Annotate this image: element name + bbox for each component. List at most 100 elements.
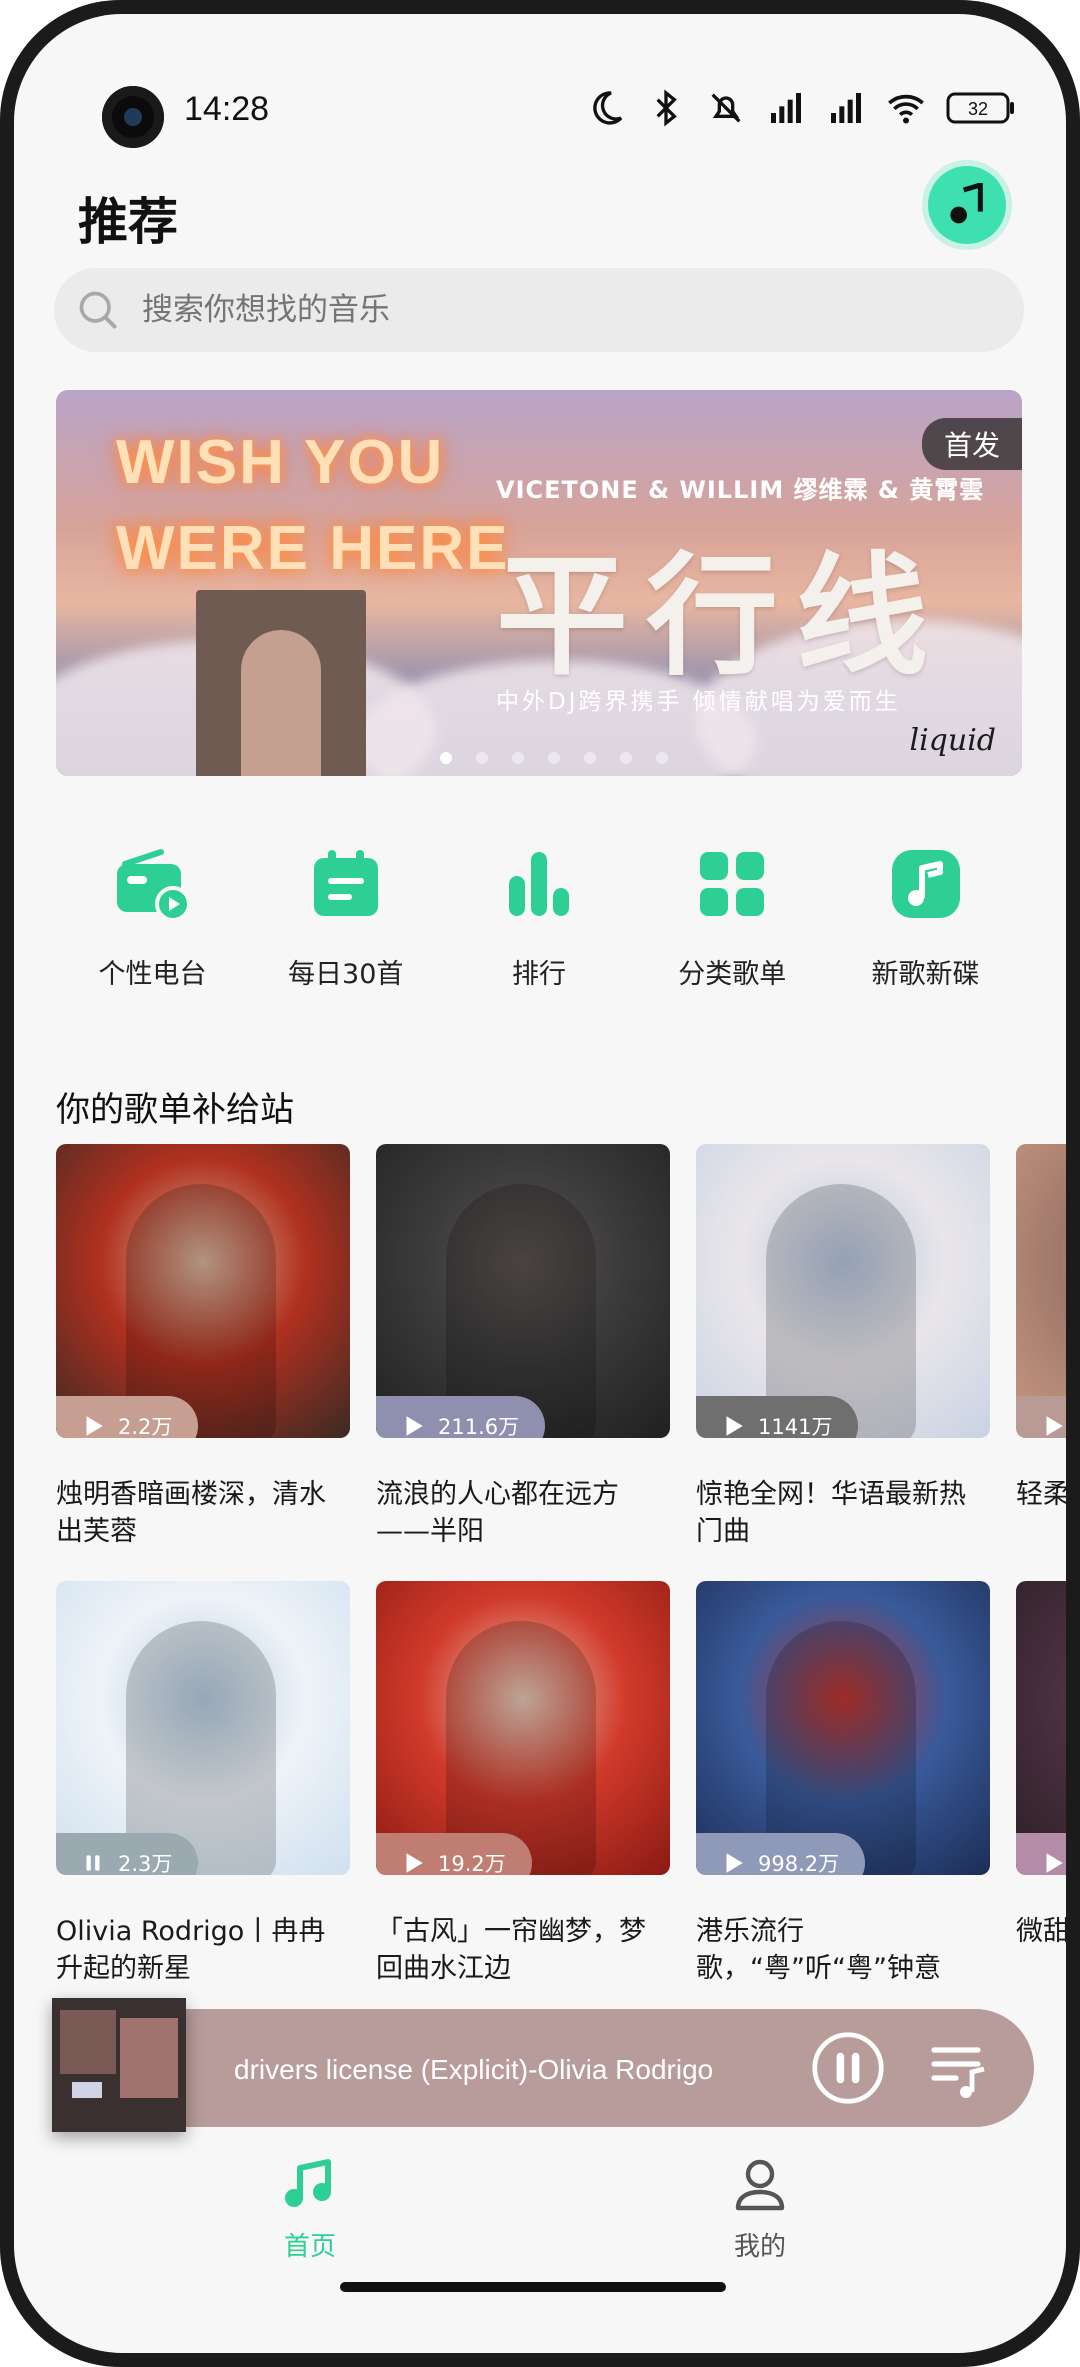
search-icon (79, 291, 117, 329)
status-bar: 14:28 32 (14, 54, 1066, 164)
nav-home[interactable]: 首页 (210, 2154, 410, 2263)
play-count-badge[interactable]: 998.2万 (696, 1833, 866, 1875)
playlist-title: 流浪的人心都在远方——半阳 (376, 1479, 619, 1547)
playlist-title: Olivia Rodrigo丨冉冉升起的新星 (56, 1916, 326, 1984)
page-title: 推荐 (78, 193, 178, 251)
user-icon (735, 2159, 785, 2211)
playlist-cover[interactable]: 1141万 (696, 1144, 990, 1438)
playlist-card[interactable]: 19.2万「古风」一帘幽梦，梦回曲水江边 (376, 1581, 670, 1987)
carousel-dots[interactable] (440, 752, 668, 764)
signal-hd-icon (771, 93, 801, 123)
pause-button[interactable] (810, 2030, 886, 2106)
carousel-dot[interactable] (548, 752, 560, 764)
playlist-cover[interactable] (1016, 1581, 1066, 1875)
quick-nav: 个性电台 每日30首 排行 分类歌单 新歌新碟 (56, 844, 1022, 991)
play-count: 211.6万 (438, 1415, 520, 1438)
play-icon (86, 1416, 103, 1436)
play-icon (1046, 1853, 1063, 1873)
moon-icon (593, 91, 623, 125)
playlist-title: 烛明香暗画楼深，清水出芙蓉 (56, 1479, 326, 1547)
bluetooth-icon (656, 89, 677, 127)
quick-nav-ranking[interactable]: 排行 (443, 844, 636, 991)
play-icon (726, 1416, 743, 1436)
bottom-nav: 首页 我的 (14, 2144, 1066, 2284)
search-input[interactable] (142, 292, 942, 328)
radio-icon (116, 849, 191, 922)
quick-nav-daily[interactable]: 每日30首 (249, 844, 442, 991)
playlist-cover[interactable]: 2.3万 (56, 1581, 350, 1875)
mini-player-title: drivers license (Explicit)-Olivia Rodrig… (234, 2054, 714, 2085)
neon-line: WERE HERE (116, 514, 510, 583)
status-icons: 32 (586, 88, 1016, 128)
quick-nav-radio[interactable]: 个性电台 (56, 844, 249, 991)
play-count-badge[interactable]: 1141万 (696, 1396, 859, 1438)
carousel-dot[interactable] (620, 752, 632, 764)
carousel-dot[interactable] (476, 752, 488, 764)
play-count: 2.2万 (118, 1415, 173, 1438)
nav-mine[interactable]: 我的 (660, 2154, 860, 2263)
play-count-badge[interactable]: 2.3万 (56, 1833, 199, 1875)
app-screen: 14:28 32 推荐 WISH YOU WER (14, 14, 1066, 2353)
quick-nav-label: 新歌新碟 (871, 959, 980, 990)
quick-nav-categories[interactable]: 分类歌单 (636, 844, 829, 991)
battery-icon: 32 (946, 92, 1014, 124)
play-icon (1046, 1416, 1063, 1436)
search-bar[interactable] (54, 268, 1024, 352)
carousel-dot[interactable] (512, 752, 524, 764)
signal-icon (831, 93, 861, 123)
playlist-title: 轻柔不止 (1016, 1479, 1066, 1510)
quick-nav-label: 分类歌单 (678, 959, 787, 990)
playlist-card[interactable]: 微甜舞 (1016, 1581, 1066, 1950)
banner-logo: liquid (909, 723, 996, 758)
play-count: 998.2万 (758, 1852, 840, 1875)
quick-nav-new-releases[interactable]: 新歌新碟 (829, 844, 1022, 991)
playlist-cover[interactable]: 2.2万 (56, 1144, 350, 1438)
nav-mine-label: 我的 (733, 2232, 786, 2262)
playlist-card[interactable]: 轻柔不止 (1016, 1144, 1066, 1513)
front-camera (102, 86, 164, 148)
music-note-icon (285, 2159, 331, 2207)
playlist-card[interactable]: 2.2万烛明香暗画楼深，清水出芙蓉 (56, 1144, 350, 1550)
promo-banner[interactable]: WISH YOU WERE HERE VICETONE & WILLIM 缪维霖… (56, 390, 1022, 776)
play-count-badge[interactable]: 19.2万 (376, 1833, 532, 1875)
carousel-dot[interactable] (584, 752, 596, 764)
playlist-cover[interactable] (1016, 1144, 1066, 1438)
playlist-queue-button[interactable] (926, 2036, 990, 2100)
banner-artists: VICETONE & WILLIM 缪维霖 & 黄霄雲 (496, 476, 985, 504)
play-count-badge[interactable]: 2.2万 (56, 1396, 199, 1438)
mute-icon (711, 93, 741, 123)
play-count-badge[interactable] (1016, 1396, 1066, 1438)
playlist-cover[interactable]: 211.6万 (376, 1144, 670, 1438)
carousel-dot[interactable] (656, 752, 668, 764)
music-note-icon (950, 183, 983, 224)
playlist-title: 「古风」一帘幽梦，梦回曲水江边 (376, 1916, 646, 1984)
play-count-badge[interactable] (1016, 1833, 1066, 1875)
banner-badge: 首发 (921, 418, 1022, 470)
carousel-dot[interactable] (440, 752, 452, 764)
home-indicator (340, 2282, 726, 2292)
banner-subtitle: 中外DJ跨界携手 倾情献唱为爱而生 (496, 689, 901, 715)
playlist-card[interactable]: 2.3万 Olivia Rodrigo丨冉冉升起的新星 (56, 1581, 350, 1987)
playlist-cover[interactable]: 998.2万 (696, 1581, 990, 1875)
playlist-cover[interactable]: 19.2万 (376, 1581, 670, 1875)
play-count: 2.3万 (118, 1852, 173, 1875)
status-time: 14:28 (184, 90, 270, 128)
play-icon (726, 1853, 743, 1873)
playlist-card[interactable]: 998.2万港乐流行歌，“粤”听“粤”钟意 (696, 1581, 990, 1987)
play-count-badge[interactable]: 211.6万 (376, 1396, 546, 1438)
banner-title: 平行线 (496, 540, 946, 694)
pause-icon (86, 1855, 100, 1871)
section-title: 你的歌单补给站 (56, 1090, 294, 1130)
banner-neon-text: WISH YOU WERE HERE (116, 420, 509, 592)
grid-icon (700, 852, 765, 916)
banner-arch (196, 590, 366, 776)
calendar-icon (313, 850, 378, 916)
mini-player-cover[interactable] (52, 1998, 186, 2132)
playlist-title: 微甜舞 (1016, 1916, 1066, 1947)
music-app-button[interactable] (928, 166, 1006, 244)
neon-line: WISH YOU (116, 428, 445, 497)
playlist-card[interactable]: 211.6万流浪的人心都在远方——半阳 (376, 1144, 670, 1550)
playlist-title: 港乐流行歌，“粤”听“粤”钟意 (696, 1916, 941, 1984)
playlist-card[interactable]: 1141万 惊艳全网！华语最新热门曲 (696, 1144, 990, 1550)
nav-home-label: 首页 (283, 2232, 336, 2262)
